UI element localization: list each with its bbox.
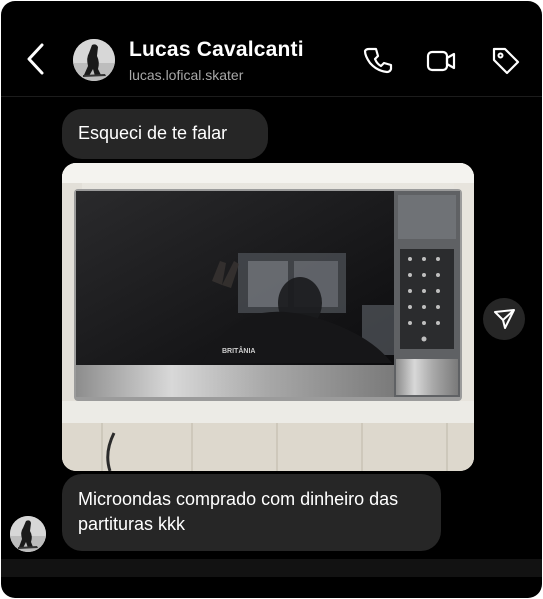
contact-avatar[interactable] xyxy=(73,39,115,81)
contact-name[interactable]: Lucas Cavalcanti xyxy=(129,38,304,62)
message-bubble[interactable]: Microondas comprado com dinheiro das par… xyxy=(62,474,441,551)
video-camera-icon[interactable] xyxy=(425,45,457,77)
share-button[interactable] xyxy=(483,298,525,340)
phone-icon[interactable] xyxy=(363,45,395,77)
contact-username[interactable]: lucas.lofical.skater xyxy=(129,67,243,83)
message-text: Microondas comprado com dinheiro das par… xyxy=(78,489,399,534)
message-photo[interactable]: BRITÂNIA xyxy=(62,163,474,471)
send-icon xyxy=(494,309,515,329)
message-bubble[interactable]: Esqueci de te falar xyxy=(62,109,268,159)
back-chevron-icon[interactable] xyxy=(21,41,51,77)
header-divider xyxy=(1,96,542,97)
sender-avatar[interactable] xyxy=(10,516,46,552)
composer-bar[interactable] xyxy=(1,559,542,577)
chat-screen: Lucas Cavalcanti lucas.lofical.skater Es… xyxy=(1,1,542,598)
message-text: Esqueci de te falar xyxy=(78,123,228,143)
brand-label: BRITÂNIA xyxy=(222,346,255,355)
microwave-photo: BRITÂNIA xyxy=(62,163,474,471)
chat-header: Lucas Cavalcanti lucas.lofical.skater xyxy=(1,1,542,96)
tag-icon[interactable] xyxy=(490,45,522,77)
